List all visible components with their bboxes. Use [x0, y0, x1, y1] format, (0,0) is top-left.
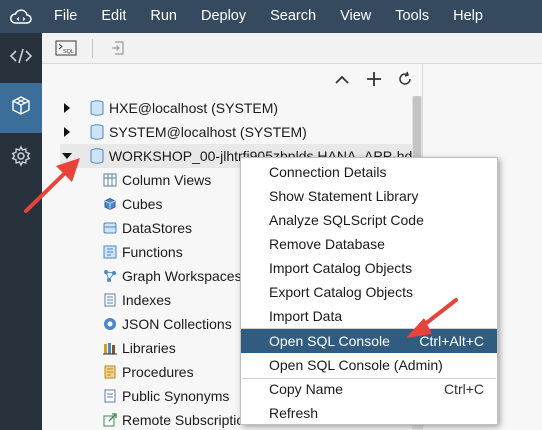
tree-label: Public Synonyms	[122, 388, 230, 404]
activity-settings[interactable]	[0, 133, 42, 183]
menu-run[interactable]: Run	[138, 0, 189, 33]
gear-icon	[10, 144, 32, 172]
tree-label: Remote Subscriptio	[122, 412, 245, 428]
menu-item-label: Show Statement Library	[269, 188, 419, 204]
menu-bar: File Edit Run Deploy Search View Tools H…	[0, 0, 542, 33]
menu-show-statement-library[interactable]: Show Statement Library	[241, 184, 497, 208]
menu-open-sql-console-admin[interactable]: Open SQL Console (Admin)	[241, 353, 497, 377]
plus-icon	[366, 71, 382, 92]
tree-label: Graph Workspaces	[122, 268, 242, 284]
refresh-button[interactable]	[394, 70, 416, 92]
menu-help[interactable]: Help	[441, 0, 495, 33]
menu-open-sql-console[interactable]: Open SQL Console Ctrl+Alt+C	[241, 329, 497, 353]
datastore-icon	[102, 220, 118, 236]
library-icon	[102, 340, 118, 356]
graph-icon	[102, 268, 118, 284]
tree-label: Indexes	[122, 292, 172, 308]
menu-item-label: Import Data	[269, 308, 343, 324]
expand-arrow-icon[interactable]	[60, 125, 74, 139]
menu-import-catalog-objects[interactable]: Import Catalog Objects	[241, 256, 497, 280]
menu-item-shortcut: Ctrl+Alt+C	[419, 333, 484, 349]
tree-label: Column Views	[122, 172, 212, 188]
cloud-logo-icon	[0, 0, 42, 33]
collapse-all-button[interactable]	[331, 70, 353, 92]
menu-item-label: Connection Details	[269, 164, 387, 180]
menu-deploy[interactable]: Deploy	[189, 0, 258, 33]
activity-code-editor[interactable]	[0, 33, 42, 83]
menu-export-catalog-objects[interactable]: Export Catalog Objects	[241, 280, 497, 304]
tree-connection-system[interactable]: SYSTEM@localhost (SYSTEM)	[60, 120, 307, 144]
menu-item-label: Remove Database	[269, 236, 385, 252]
tree-item-graph-workspaces[interactable]: Graph Workspaces	[102, 264, 242, 288]
code-icon	[9, 48, 33, 69]
database-icon	[90, 124, 104, 140]
menu-item-label: Import Catalog Objects	[269, 260, 413, 276]
menu-remove-database[interactable]: Remove Database	[241, 232, 497, 256]
expand-arrow-icon[interactable]	[60, 101, 74, 115]
column-views-icon	[102, 172, 118, 188]
tree-item-public-synonyms[interactable]: Public Synonyms	[102, 384, 229, 408]
import-toolbar-button[interactable]	[106, 38, 130, 58]
tree-item-indexes[interactable]: Indexes	[102, 288, 171, 312]
menu-search[interactable]: Search	[258, 0, 328, 33]
tree-label: Procedures	[122, 364, 194, 380]
menu-edit[interactable]: Edit	[89, 0, 138, 33]
tree-label: JSON Collections	[122, 316, 232, 332]
database-explorer-icon	[10, 95, 32, 122]
menu-item-label: Export Catalog Objects	[269, 284, 413, 300]
context-menu: Connection Details Show Statement Librar…	[240, 157, 498, 425]
remote-subscription-icon	[102, 412, 118, 428]
tree-label: Cubes	[122, 196, 163, 212]
panel-actions	[42, 64, 422, 96]
menu-file[interactable]: File	[42, 0, 89, 33]
database-icon	[90, 148, 104, 164]
menu-refresh[interactable]: Refresh	[241, 401, 497, 425]
menu-item-label: Analyze SQLScript Code	[269, 212, 424, 228]
open-sql-console-toolbar-button[interactable]: SQL	[54, 38, 78, 58]
menu-item-shortcut: Ctrl+C	[443, 381, 484, 397]
cube-icon	[102, 196, 118, 212]
tree-label: DataStores	[122, 220, 193, 236]
tree-item-column-views[interactable]: Column Views	[102, 168, 211, 192]
menu-item-label: Open SQL Console	[269, 333, 390, 349]
activity-bar	[0, 33, 42, 430]
activity-database-explorer[interactable]	[0, 83, 42, 133]
tree-label: Libraries	[122, 340, 176, 356]
menu-item-label: Refresh	[269, 405, 319, 421]
menu-analyze-sqlscript-code[interactable]: Analyze SQLScript Code	[241, 208, 497, 232]
tree-item-cubes[interactable]: Cubes	[102, 192, 162, 216]
menu-copy-name[interactable]: Copy Name Ctrl+C	[241, 377, 497, 401]
chevron-up-icon	[335, 72, 349, 90]
index-icon	[102, 292, 118, 308]
menu-item-label: Open SQL Console (Admin)	[269, 357, 443, 373]
tree-item-functions[interactable]: Functions	[102, 240, 183, 264]
menu-import-data[interactable]: Import Data	[241, 304, 497, 328]
tree-label: SYSTEM@localhost (SYSTEM)	[109, 124, 307, 140]
tree-connection-hxe[interactable]: HXE@localhost (SYSTEM)	[60, 96, 278, 120]
sql-badge: SQL	[63, 49, 74, 55]
add-database-button[interactable]	[363, 70, 385, 92]
refresh-icon	[397, 71, 413, 92]
tree-item-remote-subscriptions[interactable]: Remote Subscriptio	[102, 408, 244, 430]
procedure-icon	[102, 364, 118, 380]
function-icon	[102, 244, 118, 260]
toolbar: SQL	[42, 33, 542, 64]
database-icon	[90, 100, 104, 116]
tree-item-json-collections[interactable]: JSON Collections	[102, 312, 232, 336]
menu-tools[interactable]: Tools	[383, 0, 441, 33]
menu-item-label: Copy Name	[269, 381, 343, 397]
tree-label: HXE@localhost (SYSTEM)	[109, 100, 279, 116]
tree-item-libraries[interactable]: Libraries	[102, 336, 176, 360]
tree-label: Functions	[122, 244, 183, 260]
menu-view[interactable]: View	[328, 0, 383, 33]
json-icon	[102, 316, 118, 332]
menu-connection-details[interactable]: Connection Details	[241, 160, 497, 184]
tree-item-procedures[interactable]: Procedures	[102, 360, 194, 384]
tree-item-datastores[interactable]: DataStores	[102, 216, 192, 240]
synonym-icon	[102, 388, 118, 404]
toolbar-divider	[92, 39, 93, 58]
collapse-arrow-icon[interactable]	[60, 149, 74, 163]
